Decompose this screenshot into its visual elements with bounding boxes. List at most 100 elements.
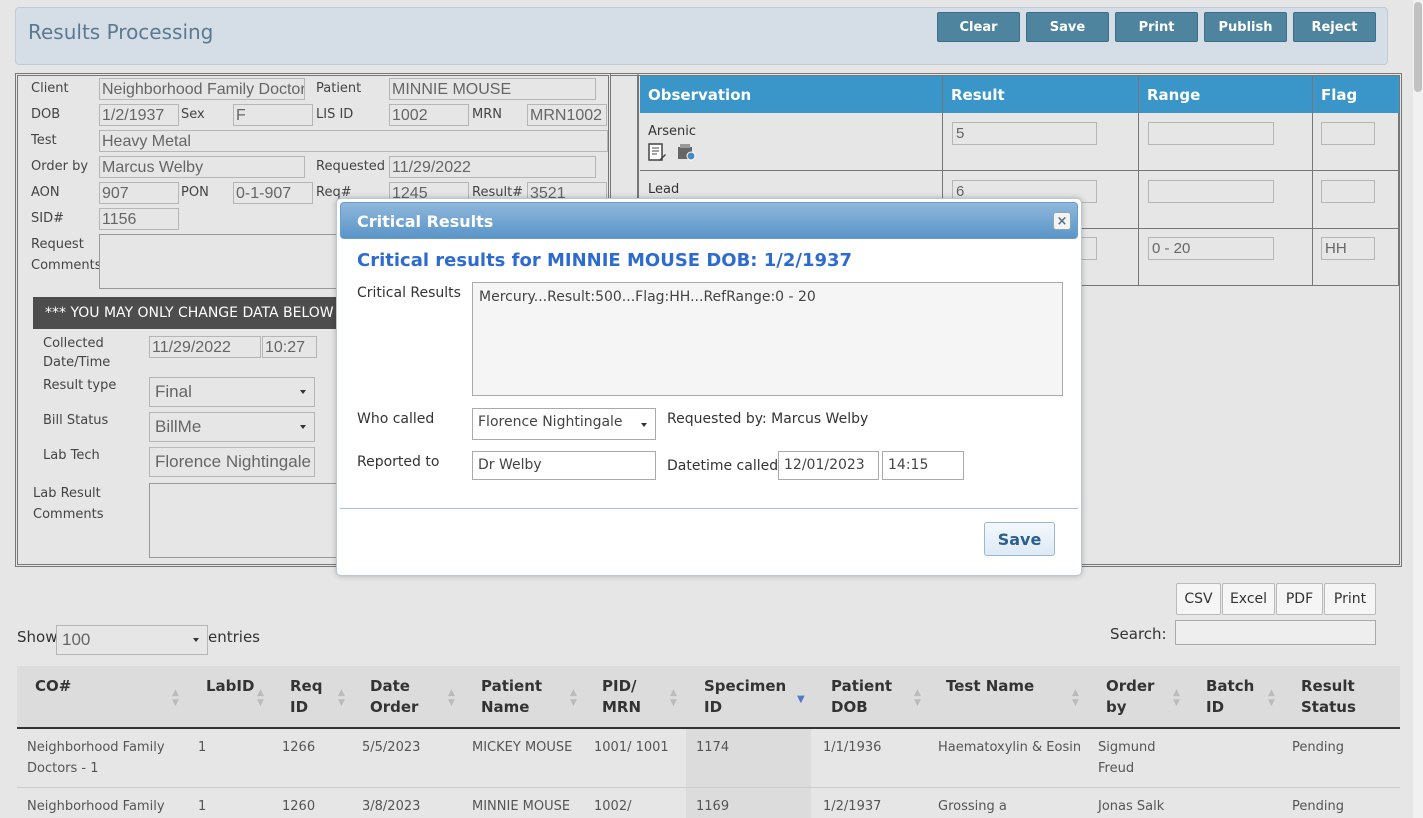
lab-tech-select[interactable]: Florence Nightingale [149,447,315,477]
cell-co[interactable]: Neighborhood Family Doctors - 1 [27,737,165,779]
csv-export-button[interactable]: CSV [1176,583,1221,615]
flag-input[interactable] [1321,122,1375,145]
result-type-select[interactable]: Final [149,377,315,407]
sort-desc-icon[interactable]: ▼ [797,694,805,705]
critical-results-textarea[interactable]: Mercury...Result:500...Flag:HH...RefRang… [472,282,1063,396]
sort-icon[interactable]: ▲ ▼ [1268,688,1275,708]
sex-field[interactable]: F [233,104,313,126]
pdf-export-button[interactable]: PDF [1276,583,1323,615]
dialog-save-button[interactable]: Save [984,522,1055,556]
pon-label: PON [181,185,209,200]
lab-comments-field[interactable] [149,483,349,558]
page-scrollbar[interactable] [1413,0,1423,818]
sort-icon[interactable]: ▲ ▼ [570,688,577,708]
col-co[interactable]: CO# [35,676,71,697]
col-patient-name[interactable]: Patient Name [481,676,542,718]
cell-order: Sigmund Freud [1098,737,1156,779]
lisid-field[interactable]: 1002 [389,104,469,126]
called-date-field[interactable]: 12/01/2023 [778,451,879,480]
col-result-status[interactable]: Result Status [1301,676,1356,718]
print-button[interactable]: Print [1115,12,1198,42]
clear-button[interactable]: Clear [937,12,1020,42]
col-label-1: Req [290,677,323,695]
sort-icon[interactable]: ▲ ▼ [338,688,345,708]
cell-specimen: 1169 [696,799,730,814]
chevron-down-icon [300,390,306,394]
range-input[interactable]: 0 - 20 [1148,237,1274,260]
col-range: Range [1139,76,1313,113]
client-field[interactable]: Neighborhood Family Doctors [99,78,305,100]
datetime-called-label: Datetime called [667,458,779,474]
col-order-by[interactable]: Order by [1106,676,1154,718]
called-time-field[interactable]: 14:15 [882,451,964,480]
cell-patient[interactable]: MINNIE MOUSE [472,796,570,817]
col-batch-id[interactable]: Batch ID [1206,676,1254,718]
dialog-titlebar[interactable]: Critical Results × [340,202,1078,239]
col-label-1: Patient [481,677,543,695]
cell-patient[interactable]: MICKEY MOUSE [472,737,572,758]
pon-field[interactable]: 0-1-907 [233,182,313,204]
print-export-button[interactable]: Print [1324,583,1376,615]
history-icon[interactable] [676,143,696,161]
reject-button[interactable]: Reject [1293,12,1376,42]
collected-time-field[interactable]: 10:27 [262,336,317,358]
publish-button[interactable]: Publish [1204,12,1287,42]
who-called-label: Who called [357,411,435,427]
sort-icon[interactable]: ▲ ▼ [914,688,921,708]
order-by-field[interactable]: Marcus Welby [99,156,305,178]
range-input[interactable] [1148,180,1274,203]
col-labid-label: LabID [206,677,255,695]
col-specimen-id[interactable]: Specimen ID [704,676,786,718]
col-label-1: Date [370,677,410,695]
sort-icon[interactable]: ▲ ▼ [670,688,677,708]
col-label-2: ID [1206,698,1225,716]
bill-status-select[interactable]: BillMe [149,412,315,442]
col-label-1: Specimen [704,677,787,695]
col-patient-dob[interactable]: Patient DOB [831,676,892,718]
critical-results-label: Critical Results [357,285,461,301]
reported-to-field[interactable]: Dr Welby [472,451,656,480]
dob-field[interactable]: 1/2/1937 [99,104,179,126]
scrollbar-thumb[interactable] [1414,2,1422,92]
collected-date-field[interactable]: 11/29/2022 [149,336,261,358]
who-called-select[interactable]: Florence Nightingale [472,408,656,440]
test-field[interactable]: Heavy Metal [99,130,608,152]
cell-order: Jonas Salk [1098,796,1164,817]
cell-line: Sigmund [1098,740,1156,755]
col-labid[interactable]: LabID [206,676,254,697]
flag-input[interactable] [1321,180,1375,203]
patient-field[interactable]: MINNIE MOUSE [389,78,596,100]
requested-field[interactable]: 11/29/2022 [389,156,596,178]
flag-input[interactable]: HH [1321,237,1375,260]
search-label: Search: [1110,625,1167,643]
search-input[interactable] [1175,620,1376,645]
cell-line: Doctors - 1 [27,761,99,776]
mrn-field[interactable]: MRN1002 [527,104,607,126]
notes-icon[interactable] [648,143,666,163]
sid-field[interactable]: 1156 [99,208,179,230]
cell-labid: 1 [198,799,207,814]
col-date-order[interactable]: Date Order [370,676,418,718]
page-length-select[interactable]: 100 [56,625,208,655]
col-label-2: MRN [602,698,642,716]
col-req-id[interactable]: Req ID [290,676,322,718]
result-input[interactable]: 5 [952,122,1097,145]
cell-co[interactable]: Neighborhood Family [27,796,165,817]
result-cell: 5 [943,113,1139,171]
cell-line: Jonas Salk [1098,799,1165,814]
sort-icon[interactable]: ▲ ▼ [1173,688,1180,708]
sort-icon[interactable]: ▲ ▼ [172,688,179,708]
save-button[interactable]: Save [1026,12,1109,42]
dialog-divider [340,508,1078,509]
observation-name: Lead [648,182,680,197]
excel-export-button[interactable]: Excel [1222,583,1275,615]
col-pid-mrn[interactable]: PID/MRN [602,676,641,718]
close-icon[interactable]: × [1053,212,1071,230]
col-test-name[interactable]: Test Name [946,676,1034,697]
sort-icon[interactable]: ▲ ▼ [1072,688,1079,708]
sort-icon[interactable]: ▲ ▼ [448,688,455,708]
aon-field[interactable]: 907 [99,182,179,204]
range-input[interactable] [1148,122,1274,145]
sort-icon[interactable]: ▲ ▼ [257,688,264,708]
request-comments-field[interactable] [99,234,339,289]
